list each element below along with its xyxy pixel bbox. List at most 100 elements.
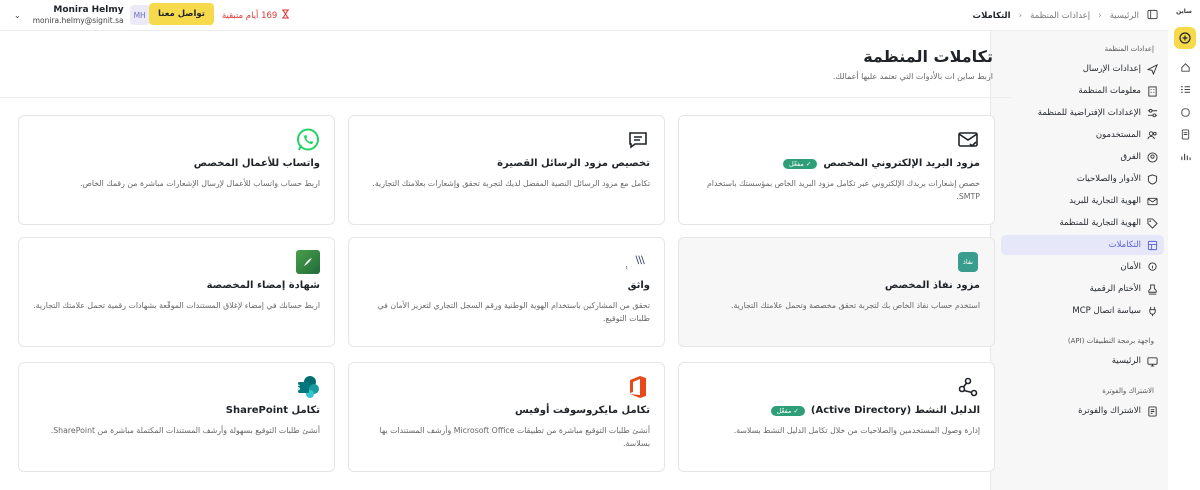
sidebar-item-stamp[interactable]: الأختام الرقمية bbox=[1001, 279, 1164, 299]
send-icon bbox=[1147, 63, 1158, 75]
svg-text:Wathq: Wathq bbox=[626, 264, 628, 269]
sidebar-item-team[interactable]: الفرق bbox=[1001, 147, 1164, 167]
sidebar-item-users[interactable]: المستخدمون bbox=[1001, 125, 1164, 145]
sidebar-item-label: الهوية التجارية للمنظمة bbox=[1059, 218, 1141, 228]
main-content: تكاملات المنظمة اربط ساين ات بالأدوات ال… bbox=[0, 31, 1011, 490]
sharepoint-icon: S bbox=[296, 375, 320, 399]
billing-icon bbox=[1147, 405, 1158, 417]
card-description: إدارة وصول المستخدمين والصلاحيات من خلال… bbox=[733, 426, 980, 435]
sidebar-item-label: معلومات المنظمة bbox=[1078, 86, 1141, 96]
card-description: تحقق من المشاركين باستخدام الهوية الوطني… bbox=[377, 301, 650, 323]
sidebar-item-shield[interactable]: الأدوار والصلاحيات bbox=[1001, 169, 1164, 189]
documents-icon[interactable] bbox=[1178, 127, 1192, 141]
wathq-icon: Wathq bbox=[626, 250, 650, 274]
integration-card-sms[interactable]: تخصيص مزود الرسائل القصيرة تكامل مع مزود … bbox=[348, 115, 665, 225]
sidebar-item-grid[interactable]: التكاملات bbox=[1001, 235, 1164, 255]
lock-icon bbox=[1147, 261, 1158, 273]
sidebar-item-label: الهوية التجارية للبريد bbox=[1069, 196, 1141, 206]
new-document-button[interactable] bbox=[1174, 27, 1196, 49]
emdha-icon bbox=[296, 250, 320, 274]
page-title: تكاملات المنظمة bbox=[863, 47, 993, 66]
card-description: اربط حساب واتساب للأعمال لإرسال الإشعارا… bbox=[79, 179, 320, 188]
card-description: تكامل مع مزود الرسائل النصية المفضل لديك… bbox=[372, 179, 650, 188]
stamp-rail-icon[interactable] bbox=[1178, 105, 1192, 119]
integration-card-smtp-mail[interactable]: مزود البريد الإلكتروني المخصص ✓ مفعّل خصص … bbox=[678, 115, 995, 225]
sidebar-item-lock[interactable]: الأمان bbox=[1001, 257, 1164, 277]
whatsapp-icon bbox=[296, 128, 320, 152]
sms-icon bbox=[626, 128, 650, 152]
sidebar-item-plug[interactable]: سياسة اتصال MCP bbox=[1001, 301, 1164, 321]
top-bar: الرئيسية ‹ إعدادات المنظمة ‹ التكاملات ⌄… bbox=[0, 0, 1168, 31]
app-root: ساين الرئيسية ‹ إعدادات المنظمة ‹ التكام… bbox=[0, 0, 1200, 490]
user-menu[interactable]: ⌄ Monira Helmy monira.helmy@signit.sa MH bbox=[14, 3, 150, 27]
sidebar-item-label: سياسة اتصال MCP bbox=[1072, 306, 1141, 316]
active-directory-icon bbox=[956, 375, 980, 399]
sidebar-section-org: إعدادات المنظمة bbox=[1104, 45, 1154, 53]
breadcrumb-separator-icon: ‹ bbox=[1098, 10, 1102, 21]
card-title: تكامل SharePoint bbox=[225, 405, 320, 416]
avatar[interactable]: MH bbox=[129, 5, 150, 25]
check-icon: ✓ bbox=[803, 159, 812, 168]
chevron-down-icon[interactable]: ⌄ bbox=[14, 11, 21, 20]
tasks-icon[interactable] bbox=[1178, 82, 1192, 96]
svg-text:S: S bbox=[296, 384, 301, 393]
user-email: monira.helmy@signit.sa bbox=[32, 15, 124, 25]
sidebar-section-api: واجهة برمجة التطبيقات (API) bbox=[1067, 337, 1154, 345]
sidebar-item-mail[interactable]: الهوية التجارية للبريد bbox=[1001, 191, 1164, 211]
status-badge: ✓ مفعّل bbox=[783, 158, 818, 169]
brand-logo[interactable]: ساين bbox=[1172, 8, 1196, 18]
reports-icon[interactable] bbox=[1178, 149, 1192, 163]
sidebar-toggle-icon[interactable] bbox=[1147, 9, 1158, 23]
integration-card-wathq[interactable]: Wathq واثق تحقق من المشاركين باستخدام الهو… bbox=[348, 237, 665, 347]
sidebar-item-label: الفرق bbox=[1120, 152, 1141, 162]
sidebar-item-label: الإعدادات الإفتراضية للمنظمة bbox=[1037, 108, 1141, 118]
card-description: أنشئ طلبات التوقيع بسهولة وأرشف المستندا… bbox=[50, 426, 320, 435]
integration-card-whatsapp[interactable]: واتساب للأعمال المخصص اربط حساب واتساب لل… bbox=[18, 115, 335, 225]
sliders-icon bbox=[1147, 108, 1158, 119]
card-title: شهادة إمضاء المخصصة bbox=[206, 280, 320, 291]
sidebar-item-tag[interactable]: الهوية التجارية للمنظمة bbox=[1001, 213, 1164, 233]
home-icon[interactable] bbox=[1178, 60, 1192, 74]
grid-icon bbox=[1147, 240, 1158, 251]
card-title: مزود البريد الإلكتروني المخصص bbox=[823, 158, 980, 169]
integration-card-office[interactable]: تكامل مايكروسوفت أوفيس أنشئ طلبات التوقيع… bbox=[348, 362, 665, 472]
hourglass-icon bbox=[281, 9, 290, 22]
header-divider bbox=[0, 97, 1011, 98]
page-subtitle: اربط ساين ات بالأدوات التي تعتمد عليها أ… bbox=[832, 72, 993, 81]
breadcrumb-current: التكاملات bbox=[972, 10, 1011, 21]
nafath-icon: نفاذ bbox=[956, 250, 980, 274]
contact-us-button[interactable]: تواصل معنا bbox=[149, 3, 214, 25]
stamp-icon bbox=[1147, 283, 1158, 295]
card-title: الدليل النشط (Active Directory) bbox=[810, 405, 980, 416]
nafath-logo-text: نفاذ bbox=[958, 252, 978, 272]
breadcrumb-home[interactable]: الرئيسية bbox=[1110, 11, 1139, 21]
sidebar-item-label: إعدادات الإرسال bbox=[1082, 64, 1141, 74]
card-description: اربط حسابك في إمضاء لإغلاق المستندات الم… bbox=[33, 301, 320, 310]
sidebar-item-label: الأمان bbox=[1120, 262, 1141, 272]
integration-card-nafath[interactable]: نفاذ مزود نفاذ المخصص استخدم حساب نفاذ الخ… bbox=[678, 237, 995, 347]
office-icon bbox=[626, 375, 650, 399]
breadcrumb: الرئيسية ‹ إعدادات المنظمة ‹ التكاملات bbox=[973, 0, 1158, 31]
sidebar-item-send[interactable]: إعدادات الإرسال bbox=[1001, 59, 1164, 79]
sidebar-item-label: الاشتراك والفوترة bbox=[1078, 406, 1141, 416]
breadcrumb-org-settings[interactable]: إعدادات المنظمة bbox=[1030, 11, 1090, 21]
plug-icon bbox=[1147, 306, 1158, 317]
sidebar-section-billing: الاشتراك والفوترة bbox=[1102, 387, 1154, 395]
sidebar-item-label: الأختام الرقمية bbox=[1089, 284, 1141, 294]
card-description: خصص إشعارات بريدك الإلكتروني عبر تكامل م… bbox=[706, 179, 980, 201]
integration-card-active-directory[interactable]: الدليل النشط (Active Directory) ✓ مفعّل إد… bbox=[678, 362, 995, 472]
integration-card-sharepoint[interactable]: S تكامل SharePoint أنشئ طلبات التوقيع بسهو… bbox=[18, 362, 335, 472]
smtp-mail-icon bbox=[956, 128, 980, 152]
sidebar-item-building[interactable]: معلومات المنظمة bbox=[1001, 81, 1164, 101]
settings-sidebar: إعدادات المنظمة إعدادات الإرسال معلومات ا… bbox=[990, 31, 1168, 490]
sidebar-item-label: التكاملات bbox=[1108, 240, 1141, 250]
sidebar-item-sliders[interactable]: الإعدادات الإفتراضية للمنظمة bbox=[1001, 103, 1164, 123]
api-home-icon bbox=[1147, 356, 1158, 367]
sidebar-item-billing[interactable]: الاشتراك والفوترة bbox=[1001, 401, 1164, 421]
sidebar-item-api-home[interactable]: الرئيسية bbox=[1001, 351, 1164, 371]
card-title: تخصيص مزود الرسائل القصيرة bbox=[497, 158, 650, 169]
status-badge: ✓ مفعّل bbox=[770, 405, 805, 416]
integration-card-emdha[interactable]: شهادة إمضاء المخصصة اربط حسابك في إمضاء ل… bbox=[18, 237, 335, 347]
tag-icon bbox=[1147, 217, 1158, 229]
icon-rail: ساين bbox=[1168, 0, 1200, 490]
